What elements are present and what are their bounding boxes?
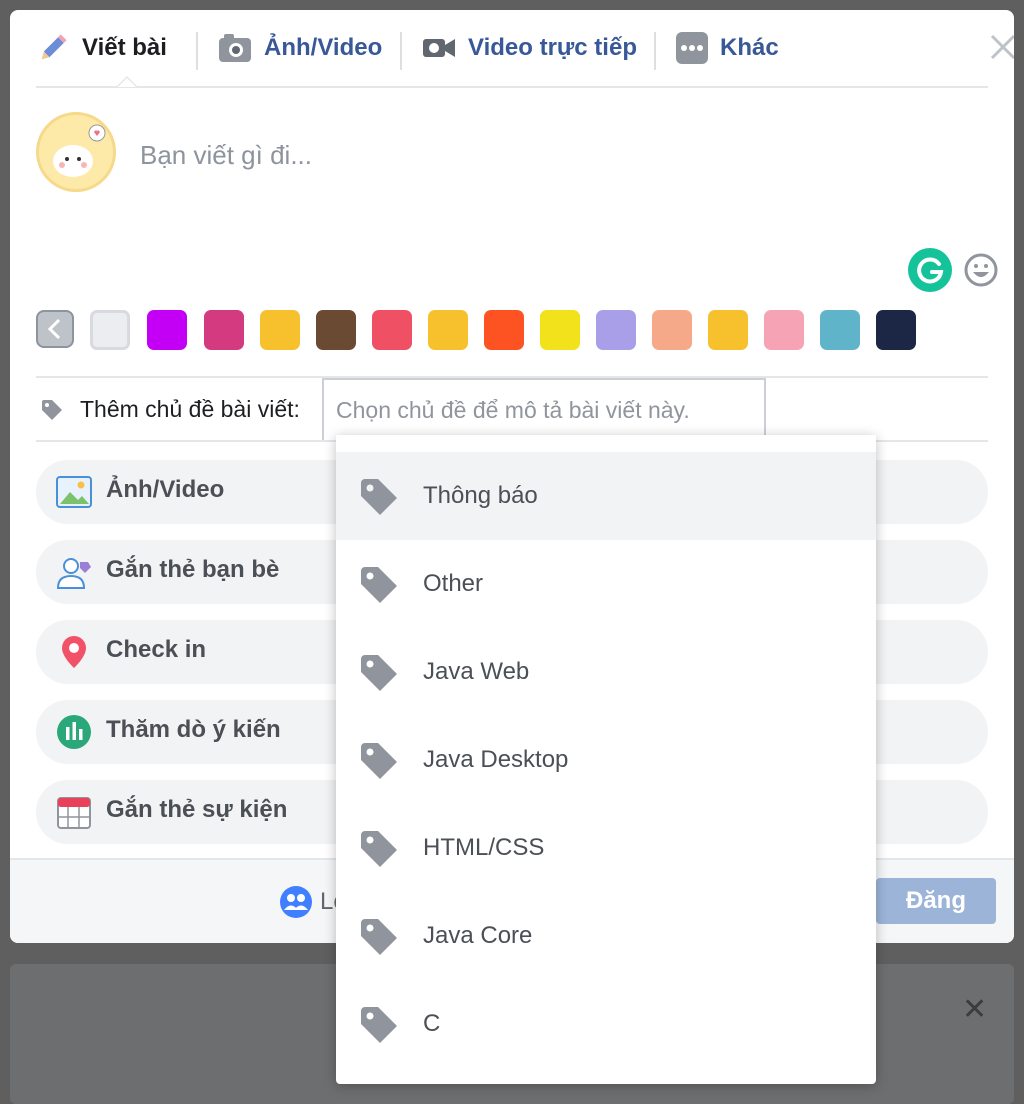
tab-label: Khác (720, 34, 779, 61)
background-swatch[interactable] (90, 310, 130, 350)
emoji-icon[interactable] (963, 252, 999, 288)
dropdown-item-label: HTML/CSS (423, 834, 545, 861)
tag-icon (361, 479, 397, 515)
tab-divider (196, 32, 198, 70)
friends-icon[interactable] (280, 886, 312, 918)
tab-divider (654, 32, 656, 70)
active-tab-caret (116, 76, 138, 87)
tab-label: Ảnh/Video (264, 34, 383, 61)
dropdown-item-label: Java Core (423, 922, 533, 949)
background-swatch[interactable] (372, 310, 412, 350)
close-icon[interactable]: ✕ (962, 992, 987, 1027)
tag-icon (361, 655, 397, 691)
background-swatch[interactable] (876, 310, 916, 350)
tab-divider (400, 32, 402, 70)
option-label: Ảnh/Video (106, 476, 225, 503)
topic-dropdown: Thông báo Other Java Web Java Desktop HT… (336, 435, 876, 1084)
more-dots-icon (676, 32, 708, 64)
calendar-icon (57, 797, 91, 829)
background-swatch[interactable] (484, 310, 524, 350)
dropdown-item[interactable]: Java Core (336, 892, 876, 980)
tab-more[interactable]: Khác (676, 28, 779, 68)
dropdown-item-label: Java Web (423, 658, 530, 685)
dropdown-item[interactable]: Java Web (336, 628, 876, 716)
dropdown-item-label: C (423, 1010, 441, 1037)
dropdown-item-label: Java Desktop (423, 746, 569, 773)
post-button[interactable]: Đăng (876, 878, 996, 924)
dropdown-item-label: Thông báo (423, 482, 538, 509)
background-swatch[interactable] (204, 310, 244, 350)
dropdown-item[interactable]: Thông báo (336, 452, 876, 540)
tag-icon (361, 567, 397, 603)
option-label: Thăm dò ý kiến (106, 716, 281, 743)
previous-backgrounds-button[interactable] (36, 310, 74, 348)
poll-icon (57, 715, 91, 749)
tag-icon (361, 1007, 397, 1043)
topic-search-input[interactable] (322, 378, 766, 440)
option-label: Gắn thẻ sự kiện (106, 796, 288, 823)
post-text-input[interactable] (138, 134, 842, 176)
background-swatch[interactable] (260, 310, 300, 350)
background-swatch[interactable] (316, 310, 356, 350)
tab-write-post[interactable]: Viết bài (36, 28, 167, 68)
background-swatch[interactable] (652, 310, 692, 350)
background-swatch[interactable] (147, 310, 187, 350)
tag-icon (361, 743, 397, 779)
photo-icon (56, 476, 92, 508)
chevron-left-icon (47, 318, 61, 340)
option-label: Check in (106, 636, 207, 663)
tab-label: Viết bài (82, 34, 167, 61)
background-swatch[interactable] (540, 310, 580, 350)
location-pin-icon (62, 636, 86, 668)
tab-live-video[interactable]: Video trực tiếp (422, 28, 637, 68)
composer-tabs: Viết bài Ảnh/Video Video trực tiếp Khác (36, 10, 1014, 88)
avatar (36, 112, 116, 192)
tab-photo-video[interactable]: Ảnh/Video (218, 28, 382, 68)
background-swatch[interactable] (428, 310, 468, 350)
camera-icon (219, 34, 251, 62)
tag-icon (361, 831, 397, 867)
tag-icon (361, 919, 397, 955)
option-label: Gắn thẻ bạn bè (106, 556, 280, 583)
dropdown-item[interactable]: Java Desktop (336, 716, 876, 804)
close-icon[interactable] (986, 30, 1014, 64)
dropdown-item[interactable]: Other (336, 540, 876, 628)
tag-friends-icon (56, 558, 91, 589)
background-swatch[interactable] (820, 310, 860, 350)
dropdown-item[interactable]: HTML/CSS (336, 804, 876, 892)
topic-label: Thêm chủ đề bài viết: (80, 396, 300, 422)
pencil-icon (41, 34, 67, 60)
background-swatch[interactable] (596, 310, 636, 350)
background-swatch[interactable] (708, 310, 748, 350)
dropdown-item[interactable]: C (336, 980, 876, 1068)
grammarly-icon[interactable] (908, 248, 952, 292)
tag-icon (42, 400, 62, 420)
dropdown-item-label: Other (423, 570, 484, 597)
background-swatch[interactable] (764, 310, 804, 350)
tab-label: Video trực tiếp (468, 34, 637, 61)
video-camera-icon (423, 39, 455, 57)
